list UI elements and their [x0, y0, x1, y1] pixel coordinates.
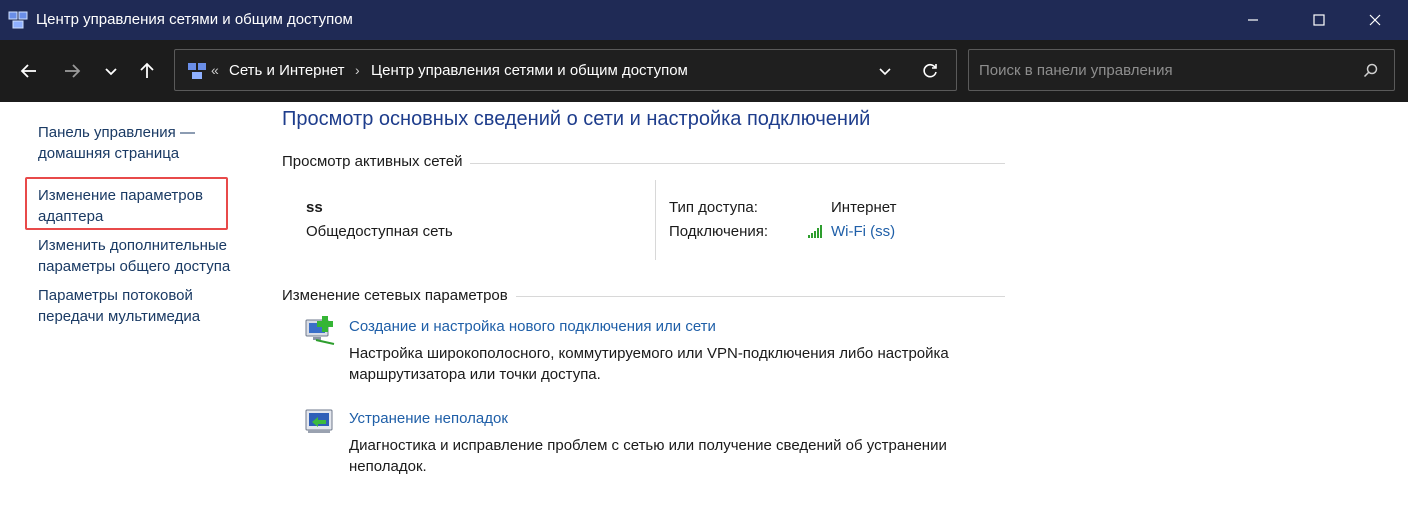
section-divider: [470, 163, 1005, 164]
arrow-up-icon: [140, 62, 154, 78]
new-connection-link[interactable]: Создание и настройка нового подключения …: [349, 318, 716, 335]
description-line: Диагностика и исправление проблем с сеть…: [349, 437, 947, 454]
vertical-divider: [655, 180, 656, 260]
chevron-down-icon: [105, 68, 117, 76]
close-button[interactable]: [1342, 0, 1408, 40]
navigation-toolbar: « Сеть и Интернет › Центр управления сет…: [0, 40, 1408, 102]
page-title: Просмотр основных сведений о сети и наст…: [282, 108, 871, 130]
description-line: маршрутизатора или точки доступа.: [349, 366, 601, 383]
title-bar: Центр управления сетями и общим доступом: [0, 0, 1408, 40]
description-line: неполадок.: [349, 458, 427, 475]
network-name: ss: [306, 199, 323, 216]
refresh-icon[interactable]: [920, 61, 940, 81]
troubleshoot-icon: [305, 409, 333, 433]
breadcrumb-overflow[interactable]: «: [211, 62, 219, 78]
sidebar-item-sharing-settings[interactable]: Изменить дополнительные параметры общего…: [38, 235, 248, 277]
search-placeholder: Поиск в панели управления: [979, 62, 1173, 79]
close-icon: [1369, 14, 1381, 26]
access-type-value: Интернет: [831, 199, 897, 216]
search-icon[interactable]: [1362, 62, 1380, 80]
search-box[interactable]: Поиск в панели управления: [968, 49, 1395, 91]
sidebar-item-label: домашняя страница: [38, 145, 180, 162]
breadcrumb-separator: ›: [355, 62, 360, 78]
chevron-down-icon[interactable]: [877, 63, 893, 79]
active-networks-heading: Просмотр активных сетей: [282, 153, 463, 170]
up-button[interactable]: [132, 56, 162, 86]
troubleshoot-link[interactable]: Устранение неполадок: [349, 410, 508, 427]
sidebar-item-label: параметры общего доступа: [38, 258, 231, 275]
section-divider: [516, 296, 1005, 297]
arrow-left-icon: [20, 64, 36, 78]
new-connection-description: Настройка широкополосного, коммутируемог…: [349, 343, 989, 385]
minimize-icon: [1248, 19, 1258, 21]
sidebar-item-media-streaming[interactable]: Параметры потоковой передачи мультимедиа: [38, 285, 248, 327]
sidebar-item-label: Панель управления —: [38, 124, 195, 141]
back-button[interactable]: [14, 56, 44, 86]
forward-button[interactable]: [57, 56, 87, 86]
description-line: Настройка широкополосного, коммутируемог…: [349, 345, 949, 362]
sidebar-item-label: Изменить дополнительные: [38, 237, 227, 254]
network-type: Общедоступная сеть: [306, 223, 453, 240]
troubleshoot-description: Диагностика и исправление проблем с сеть…: [349, 435, 989, 477]
arrow-right-icon: [65, 64, 81, 78]
access-type-label: Тип доступа:: [669, 199, 758, 216]
address-bar[interactable]: « Сеть и Интернет › Центр управления сет…: [174, 49, 957, 91]
window-title: Центр управления сетями и общим доступом: [36, 11, 353, 28]
sidebar-item-home[interactable]: Панель управления — домашняя страница: [38, 122, 248, 164]
breadcrumb-network-internet[interactable]: Сеть и Интернет: [229, 62, 345, 79]
recent-locations-button[interactable]: [96, 56, 126, 86]
wifi-connection-link[interactable]: Wi-Fi (ss): [831, 223, 895, 240]
sidebar-item-label: передачи мультимедиа: [38, 308, 201, 325]
wifi-signal-icon: [808, 225, 822, 238]
breadcrumb-network-center[interactable]: Центр управления сетями и общим доступом: [371, 62, 688, 79]
highlight-box: [25, 177, 228, 230]
control-panel-icon: [188, 63, 206, 79]
maximize-icon: [1313, 14, 1325, 26]
new-connection-icon: [305, 316, 335, 345]
network-center-icon: [8, 11, 28, 29]
change-settings-heading: Изменение сетевых параметров: [282, 287, 508, 304]
minimize-button[interactable]: [1220, 0, 1286, 40]
sidebar-item-label: Параметры потоковой: [38, 287, 193, 304]
connections-label: Подключения:: [669, 223, 769, 240]
